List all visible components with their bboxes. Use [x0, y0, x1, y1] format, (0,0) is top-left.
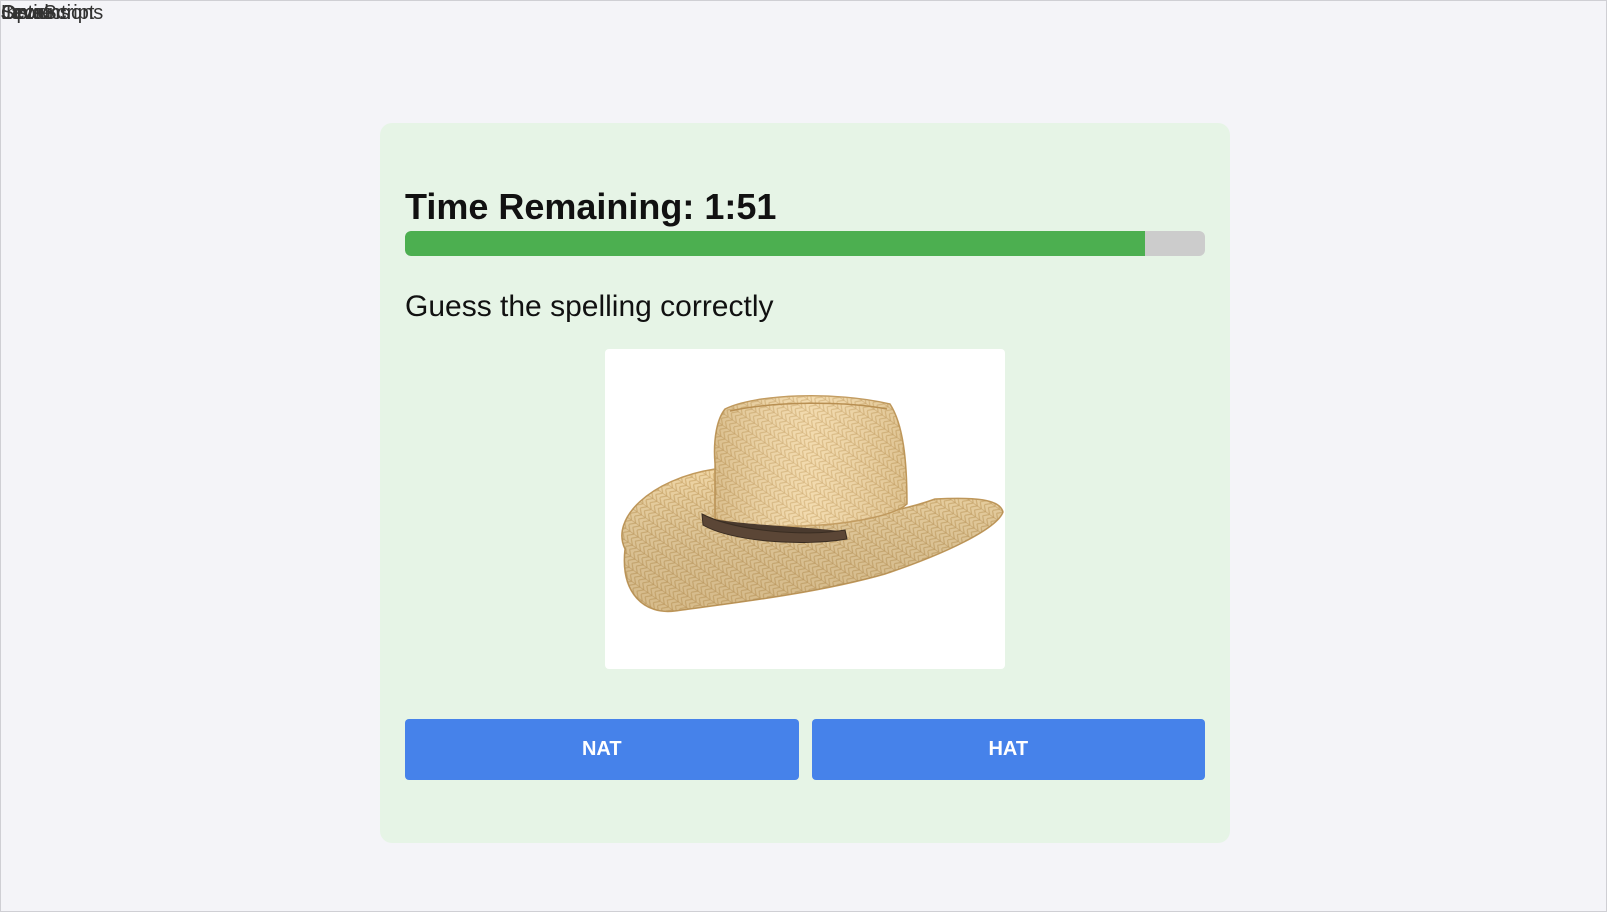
overlap-label-javascript: JavaScript	[1, 2, 95, 24]
timer-progress-fill	[405, 231, 1145, 256]
timer-progress-bar	[405, 231, 1205, 256]
question-image	[605, 349, 1005, 669]
option-button-nat[interactable]: NAT	[405, 719, 799, 780]
answer-options: NAT HAT	[405, 719, 1205, 780]
question-prompt: Guess the spelling correctly	[405, 290, 774, 323]
straw-cowboy-hat-icon	[621, 395, 1004, 613]
game-card: Time Remaining: 1:51 Guess the spelling …	[380, 123, 1230, 843]
option-button-hat[interactable]: HAT	[811, 719, 1205, 780]
time-remaining-title: Time Remaining: 1:51	[405, 186, 777, 227]
